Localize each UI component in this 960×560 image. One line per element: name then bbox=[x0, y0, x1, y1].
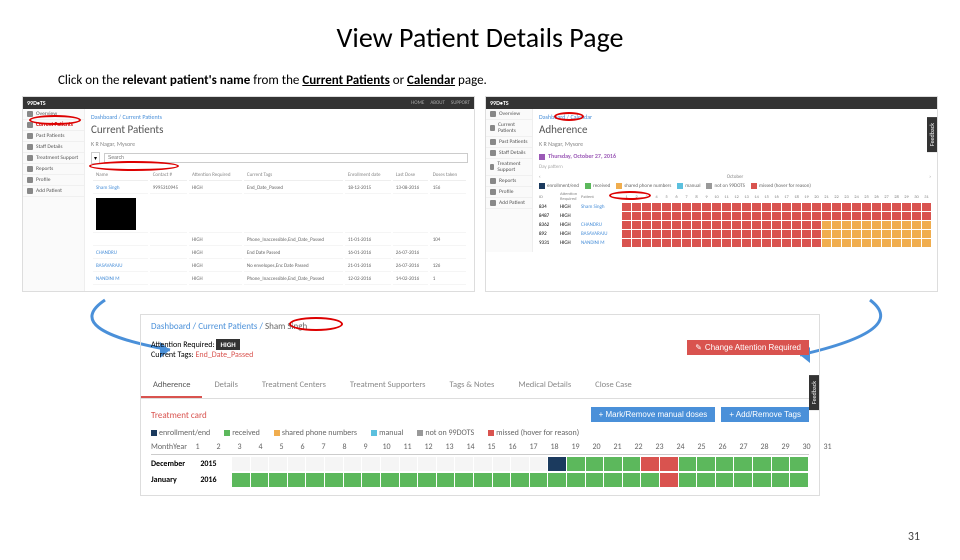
sidebar-reports[interactable]: Reports bbox=[23, 164, 84, 175]
tab-close-case[interactable]: Close Case bbox=[583, 374, 644, 398]
tab-medical-details[interactable]: Medical Details bbox=[506, 374, 583, 398]
tags-label: Current Tags: bbox=[151, 350, 194, 360]
mark-doses-button[interactable]: + Mark/Remove manual doses bbox=[591, 407, 716, 422]
pills-label: Day pattern bbox=[539, 164, 931, 170]
month-prev[interactable]: ‹ bbox=[539, 174, 541, 180]
calendar-grid: IDAttention RequiredPatient1234567891011… bbox=[539, 192, 931, 247]
page-title: Adherence bbox=[539, 123, 931, 136]
treatment-card-title: Treatment card bbox=[151, 410, 207, 421]
sidebar-staff[interactable]: Staff Details bbox=[486, 148, 532, 159]
calendar-row[interactable]: 892HIGHBASAVARAJU bbox=[539, 230, 931, 238]
logo: 99D•TS bbox=[490, 99, 509, 107]
sidebar-add-patient[interactable]: Add Patient bbox=[23, 186, 84, 197]
slide-title: View Patient Details Page bbox=[0, 20, 960, 55]
table-row[interactable]: Sham Singh9995310945HIGHEnd_Date_Passed1… bbox=[93, 183, 466, 194]
search-input[interactable] bbox=[104, 153, 468, 163]
calendar-row[interactable]: 8487HIGH bbox=[539, 212, 931, 220]
feedback-tab[interactable]: Feedback bbox=[809, 375, 819, 410]
tab-tags-notes[interactable]: Tags & Notes bbox=[438, 374, 507, 398]
tabs: Adherence Details Treatment Centers Trea… bbox=[141, 374, 819, 399]
sidebar: Overview Current Patients Past Patients … bbox=[23, 109, 85, 291]
treatment-card-row: January2016 bbox=[151, 473, 809, 487]
breadcrumb: Dashboard / Calendar bbox=[539, 113, 931, 121]
current-patients-screenshot: 99D•TS HOME ABOUT SUPPORT Overview Curre… bbox=[22, 96, 475, 292]
tab-treatment-centers[interactable]: Treatment Centers bbox=[250, 374, 338, 398]
legend: enrollment/end received shared phone num… bbox=[151, 428, 809, 438]
attn-label: Attention Required: bbox=[151, 340, 215, 350]
breadcrumb: Dashboard / Current Patients / Sham Sing… bbox=[151, 321, 809, 332]
tab-treatment-supporters[interactable]: Treatment Supporters bbox=[338, 374, 438, 398]
page-title: Current Patients bbox=[91, 123, 468, 136]
sidebar-profile[interactable]: Profile bbox=[23, 175, 84, 186]
table-row[interactable]: NANDINI MHIGHPhone_Inaccessible,End_Date… bbox=[93, 274, 466, 285]
tags-value: End_Date_Passed bbox=[196, 350, 254, 360]
tab-adherence[interactable]: Adherence bbox=[141, 374, 202, 398]
sidebar-staff[interactable]: Staff Details bbox=[23, 142, 84, 153]
sidebar-current-patients[interactable]: Current Patients bbox=[23, 120, 84, 131]
table-row[interactable] bbox=[93, 196, 466, 233]
sidebar-profile[interactable]: Profile bbox=[486, 187, 532, 198]
filter-icon[interactable]: ▾ bbox=[91, 152, 100, 164]
calendar-row[interactable]: 9331HIGHNANDINI M bbox=[539, 239, 931, 247]
sidebar-reports[interactable]: Reports bbox=[486, 176, 532, 187]
nav-support[interactable]: SUPPORT bbox=[451, 100, 470, 106]
breadcrumb: Dashboard / Current Patients bbox=[91, 113, 468, 121]
date-label: Thursday, October 27, 2016 bbox=[539, 152, 931, 160]
nav-home[interactable]: HOME bbox=[411, 100, 424, 106]
logo: 99D•TS bbox=[27, 99, 46, 107]
treatment-card-row: December2015 bbox=[151, 457, 809, 471]
change-attention-button[interactable]: ✎Change Attention Required bbox=[687, 340, 809, 355]
tab-details[interactable]: Details bbox=[202, 374, 249, 398]
month-label: October bbox=[727, 174, 744, 180]
subhead: K R Nagar, Mysore bbox=[91, 140, 468, 148]
patients-table: NameContact #Attention RequiredCurrent T… bbox=[91, 168, 468, 287]
table-row[interactable]: BASAVARAJUHIGHNo envelopes,Enc Date Pass… bbox=[93, 261, 466, 272]
grid-header: MonthYear 123456789101112131415161718192… bbox=[151, 442, 809, 455]
topbar: 99D•TS HOME ABOUT SUPPORT bbox=[23, 97, 474, 109]
sidebar-overview[interactable]: Overview bbox=[23, 109, 84, 120]
sidebar-add-patient[interactable]: Add Patient bbox=[486, 198, 532, 209]
redaction-block bbox=[96, 198, 136, 230]
sidebar-treatment-support[interactable]: Treatment Support bbox=[23, 153, 84, 164]
sidebar-overview[interactable]: Overview bbox=[486, 109, 532, 120]
page-number: 31 bbox=[908, 530, 920, 544]
nav-about[interactable]: ABOUT bbox=[430, 100, 445, 106]
legend: enrollment/end received shared phone num… bbox=[539, 183, 931, 189]
pencil-icon: ✎ bbox=[695, 343, 702, 352]
calendar-screenshot: 99D•TS Overview Current Patients Past Pa… bbox=[485, 96, 938, 292]
slide-subtitle: Click on the relevant patient's name fro… bbox=[58, 73, 960, 88]
sidebar-treatment-support[interactable]: Treatment Support bbox=[486, 159, 532, 176]
sidebar-current-patients[interactable]: Current Patients bbox=[486, 120, 532, 137]
table-row[interactable]: HIGHPhone_Inaccessible,End_Date_Passed11… bbox=[93, 235, 466, 246]
add-tags-button[interactable]: + Add/Remove Tags bbox=[721, 407, 809, 422]
feedback-tab[interactable]: Feedback bbox=[927, 117, 937, 152]
calendar-row[interactable]: 8362HIGHCHANDRU bbox=[539, 221, 931, 229]
month-next[interactable]: › bbox=[929, 174, 931, 180]
attn-badge: HIGH bbox=[216, 339, 239, 350]
calendar-row[interactable]: 834HIGHSham Singh bbox=[539, 203, 931, 211]
sidebar-past-patients[interactable]: Past Patients bbox=[486, 137, 532, 148]
table-row[interactable]: CHANDRUHIGHEnd Date Passed16-01-201626-0… bbox=[93, 248, 466, 259]
patient-detail-screenshot: Dashboard / Current Patients / Sham Sing… bbox=[140, 314, 820, 496]
subhead: K R Nagar, Mysore bbox=[539, 140, 931, 148]
sidebar-past-patients[interactable]: Past Patients bbox=[23, 131, 84, 142]
